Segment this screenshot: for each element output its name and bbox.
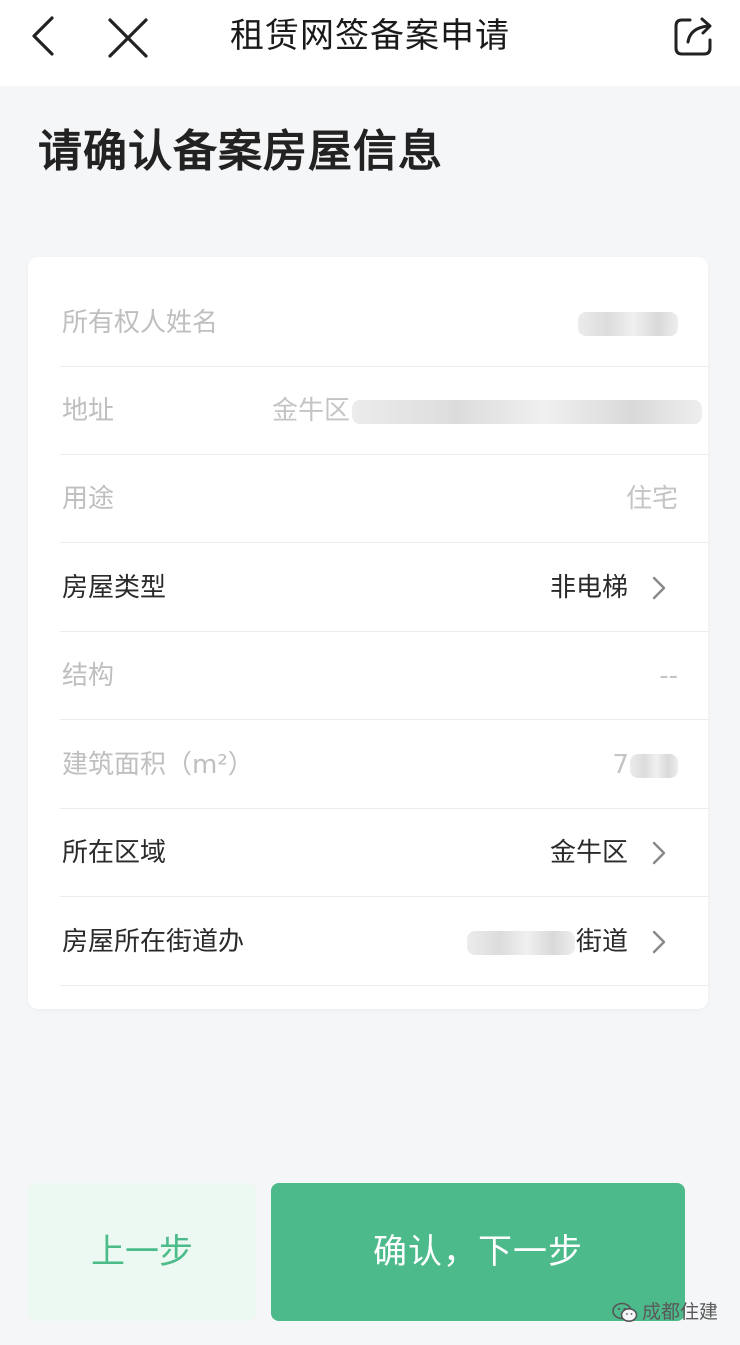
owner-name-row: 所有权人姓名 — [60, 279, 708, 367]
usage-value: 住宅 — [625, 484, 678, 514]
street-office-value: 街道 — [466, 898, 628, 986]
redacted-floor-area — [630, 753, 678, 778]
navigation-bar: 租赁网签备案申请 — [0, 0, 740, 86]
owner-name-value — [578, 279, 678, 367]
share-icon[interactable] — [668, 10, 720, 62]
street-office-label: 房屋所在街道办 — [62, 927, 245, 957]
usage-row: 用途 住宅 — [60, 455, 708, 543]
floor-area-row: 建筑面积（m²） 7 — [60, 721, 708, 809]
address-district-text: 金牛区 — [272, 396, 351, 426]
floor-area-label: 建筑面积（m²） — [62, 750, 254, 780]
structure-row: 结构 -- — [60, 632, 708, 720]
district-value: 金牛区 — [549, 838, 628, 868]
address-label: 地址 — [62, 396, 115, 426]
nav-title: 租赁网签备案申请 — [230, 16, 510, 56]
house-type-row[interactable]: 房屋类型 非电梯 — [60, 544, 708, 632]
address-row: 地址 金牛区 — [60, 367, 708, 455]
address-value: 金牛区 — [272, 367, 703, 455]
chevron-right-icon — [652, 841, 666, 865]
structure-label: 结构 — [62, 661, 115, 691]
house-type-value: 非电梯 — [549, 573, 628, 603]
street-office-row[interactable]: 房屋所在街道办 街道 — [60, 898, 708, 986]
watermark: 成都住建 — [612, 1296, 718, 1328]
redacted-address — [352, 399, 703, 424]
redacted-street-name — [466, 930, 575, 955]
wechat-icon — [612, 1302, 638, 1322]
street-office-text: 街道 — [575, 927, 628, 957]
chevron-right-icon — [652, 930, 666, 954]
previous-step-button[interactable]: 上一步 — [28, 1183, 256, 1321]
house-info-card: 所有权人姓名 地址 金牛区 用途 住宅 房屋类型 非电梯 结构 -- 建筑面积（… — [28, 257, 708, 1009]
district-label: 所在区域 — [62, 838, 167, 868]
chevron-right-icon — [652, 576, 666, 600]
usage-label: 用途 — [62, 484, 115, 514]
floor-area-text: 7 — [612, 750, 629, 780]
close-icon[interactable] — [102, 12, 154, 64]
house-type-label: 房屋类型 — [62, 573, 167, 603]
watermark-text: 成都住建 — [642, 1301, 719, 1323]
page-title: 请确认备案房屋信息 — [38, 126, 443, 177]
floor-area-value: 7 — [612, 721, 678, 809]
back-arrow-icon[interactable] — [22, 12, 70, 60]
structure-value: -- — [659, 661, 678, 691]
redacted-owner-name — [578, 311, 678, 336]
district-row[interactable]: 所在区域 金牛区 — [60, 809, 708, 897]
owner-name-label: 所有权人姓名 — [62, 308, 219, 338]
